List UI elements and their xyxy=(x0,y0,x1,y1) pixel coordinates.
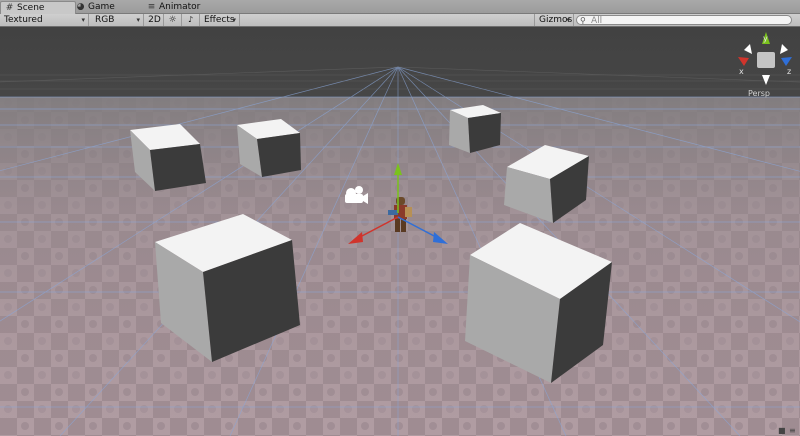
search-icon: ⚲ xyxy=(580,16,586,25)
scene-viewport[interactable]: y x z Persp xyxy=(0,27,800,436)
axis-y-label: y xyxy=(763,34,768,43)
tab-scene[interactable]: # Scene xyxy=(0,1,76,14)
gizmos-label: Gizmos xyxy=(539,15,573,25)
scene-grid-icon: # xyxy=(5,3,14,13)
floor-haze xyxy=(0,97,800,436)
projection-toggle[interactable]: Persp xyxy=(748,89,770,98)
pacman-icon: ◕ xyxy=(76,2,85,12)
tab-animator[interactable]: ≡ Animator xyxy=(143,1,206,13)
menu-icon[interactable]: ≡ xyxy=(789,426,796,435)
shading-mode-value: Textured xyxy=(4,15,43,25)
2d-mode-button[interactable]: 2D xyxy=(146,14,164,26)
render-mode-value: RGB xyxy=(95,15,115,25)
scene-toolbar: Textured RGB 2D ☼ ♪ Effects Gizmos ⚲ All xyxy=(0,14,800,27)
tab-animator-label: Animator xyxy=(159,2,201,12)
shading-mode-dropdown[interactable]: Textured xyxy=(0,14,89,26)
axis-z-label: z xyxy=(787,67,791,76)
render-mode-dropdown[interactable]: RGB xyxy=(89,14,144,26)
lock-icon[interactable]: ■ xyxy=(778,426,786,435)
scene-audio-button[interactable]: ♪ xyxy=(182,14,200,26)
effects-label: Effects xyxy=(204,15,235,25)
tab-scene-label: Scene xyxy=(17,3,45,13)
search-placeholder: All xyxy=(591,16,603,26)
scene-lighting-button[interactable]: ☼ xyxy=(164,14,182,26)
tab-game[interactable]: ◕ Game xyxy=(72,1,121,13)
tab-game-label: Game xyxy=(88,2,115,12)
search-input[interactable]: ⚲ All xyxy=(576,15,792,26)
2d-mode-label: 2D xyxy=(148,15,161,25)
gizmos-dropdown[interactable]: Gizmos xyxy=(534,14,574,26)
effects-dropdown[interactable]: Effects xyxy=(200,14,240,26)
animator-icon: ≡ xyxy=(147,2,156,12)
sun-icon: ☼ xyxy=(168,15,177,25)
viewport-status: ■ ≡ xyxy=(0,426,800,436)
editor-tab-bar: # Scene ◕ Game ≡ Animator xyxy=(0,0,800,14)
persp-label: Persp xyxy=(748,89,770,98)
cube-back-right[interactable] xyxy=(449,105,501,153)
speaker-icon: ♪ xyxy=(187,15,194,24)
axis-x-label: x xyxy=(739,67,744,76)
scene-render: y x z xyxy=(0,27,800,436)
